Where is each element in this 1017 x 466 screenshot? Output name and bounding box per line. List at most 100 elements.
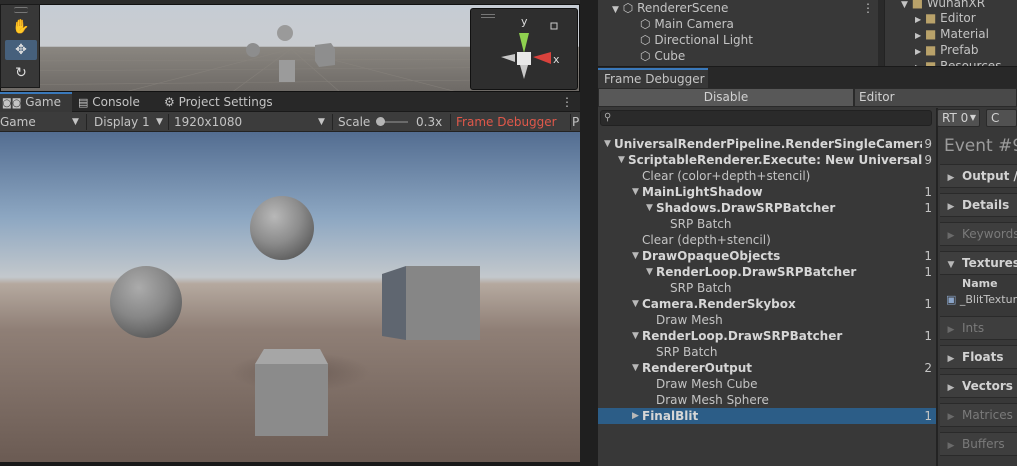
tab-frame-debugger[interactable]: Frame Debugger — [598, 68, 708, 88]
event-tree-row[interactable]: Clear (color+depth+stencil) — [598, 168, 936, 184]
gameobject-cube-icon: ⬡ — [640, 17, 651, 31]
details-section-label: Details — [962, 198, 1010, 212]
kebab-menu-icon[interactable]: ⋮ — [862, 0, 874, 16]
details-section-header[interactable]: ▼ Textures — [940, 251, 1017, 275]
hierarchy-item[interactable]: ⬡ Directional Light — [640, 32, 753, 48]
hierarchy-item[interactable]: ⬡ Main Camera — [640, 16, 734, 32]
scale-slider-thumb[interactable] — [376, 117, 385, 126]
details-section-header: ▶ Keywords — [940, 222, 1017, 246]
tab-console[interactable]: ▤ Console — [78, 92, 158, 112]
event-tree-row[interactable]: ▼ MainLightShadow 1 — [598, 184, 936, 200]
chevron-down-icon: ▼ — [156, 117, 163, 127]
hierarchy-item[interactable]: ⬡ Cube — [640, 48, 685, 64]
project-folder[interactable]: ▶ ■ Material — [915, 26, 989, 42]
event-tree-label: Clear (depth+stencil) — [642, 233, 771, 247]
truncated-toolbar-item[interactable]: P — [572, 112, 580, 132]
project-folder[interactable]: ▶ ■ Prefab — [915, 42, 978, 58]
editor-dropdown[interactable]: Editor — [854, 88, 1017, 107]
chevron-down-icon: ▼ — [72, 117, 79, 127]
chevron-down-icon[interactable]: ▼ — [632, 248, 639, 264]
hierarchy-scene-row[interactable]: ▼ ⬡ RendererScene — [612, 0, 728, 16]
event-tree-row[interactable]: ▼ RenderLoop.DrawSRPBatcher 1 — [598, 328, 936, 344]
event-tree-row[interactable]: ▼ Shadows.DrawSRPBatcher 1 — [598, 200, 936, 216]
event-tree-row[interactable]: ▼ ScriptableRenderer.Execute: New Univers… — [598, 152, 936, 168]
event-tree-row[interactable]: Draw Mesh Cube — [598, 376, 936, 392]
details-section-header: ▶ Ints — [940, 316, 1017, 340]
chevron-down-icon[interactable]: ▼ — [646, 200, 653, 216]
event-tree-label: FinalBlit — [642, 409, 699, 423]
event-count: 9 — [924, 137, 932, 151]
scale-slider[interactable] — [376, 112, 410, 132]
sphere-top — [250, 196, 314, 260]
event-tree-row[interactable]: SRP Batch — [598, 280, 936, 296]
chevron-down-icon[interactable]: ▼ — [618, 152, 625, 168]
resolution-dropdown[interactable]: 1920x1080 ▼ — [174, 112, 328, 132]
details-section-header: ▶ Buffers — [940, 432, 1017, 456]
chevron-down-icon[interactable]: ▼ — [632, 184, 639, 200]
folder-icon: ■ — [924, 27, 937, 41]
chevron-down-icon[interactable]: ▼ — [632, 360, 639, 376]
project-folder-label: Material — [940, 27, 989, 41]
tool-palette-grip[interactable] — [14, 7, 28, 13]
divider — [86, 114, 87, 130]
scene-cube-2 — [279, 60, 295, 82]
event-tree-row[interactable]: Clear (depth+stencil) — [598, 232, 936, 248]
orientation-gizmo[interactable]: y x — [470, 8, 578, 90]
event-tree-row[interactable]: ▶ FinalBlit 1 — [598, 408, 936, 424]
event-tree-row[interactable]: ▼ UniversalRenderPipeline.RenderSingleCam… — [598, 136, 936, 152]
folder-icon: ■ — [924, 11, 937, 25]
texture-row[interactable]: ▣ _BlitTexture — [946, 293, 1017, 306]
tab-project-settings[interactable]: ⚙ Project Settings — [164, 92, 324, 112]
project-folder-label: Editor — [940, 11, 976, 25]
move-tool-icon[interactable]: ✥ — [5, 40, 37, 60]
details-section-label: Textures — [962, 256, 1017, 270]
unity-scene-icon: ⬡ — [622, 1, 634, 15]
hand-tool-icon[interactable]: ✋ — [5, 17, 37, 37]
display-dropdown[interactable]: Display 1 ▼ — [94, 112, 168, 132]
frame-debugger-on-indicator[interactable]: Frame Debugger On — [456, 112, 570, 149]
event-tree-row[interactable]: ▼ RenderLoop.DrawSRPBatcher 1 — [598, 264, 936, 280]
details-section-header[interactable]: ▶ Output / Me — [940, 164, 1017, 188]
chevron-right-icon: ▶ — [947, 412, 955, 422]
kebab-menu-icon[interactable]: ⋮ — [561, 92, 573, 112]
resolution-value: 1920x1080 — [174, 115, 243, 129]
chevron-down-icon[interactable]: ▼ — [632, 328, 639, 344]
textures-name-header: Name — [962, 277, 998, 290]
tab-game-label: Game — [25, 95, 61, 109]
event-tree-row[interactable]: Draw Mesh Sphere — [598, 392, 936, 408]
hierarchy-item-label: Main Camera — [654, 17, 734, 31]
chevron-right-icon[interactable]: ▶ — [632, 408, 639, 424]
details-section-header[interactable]: ▶ Details — [940, 193, 1017, 217]
disable-button[interactable]: Disable — [598, 88, 854, 107]
details-section-header[interactable]: ▶ Vectors — [940, 374, 1017, 398]
divider — [332, 114, 333, 130]
event-tree-row[interactable]: ▼ RendererOutput 2 — [598, 360, 936, 376]
chevron-down-icon[interactable]: ▼ — [632, 296, 639, 312]
tab-game[interactable]: ◙◙ Game — [0, 92, 72, 112]
event-count: 1 — [924, 265, 932, 279]
event-tree-row[interactable]: ▼ DrawOpaqueObjects 1 — [598, 248, 936, 264]
details-section-header[interactable]: ▶ Floats — [940, 345, 1017, 369]
event-tree-row[interactable]: SRP Batch — [598, 344, 936, 360]
channel-dropdown[interactable]: C — [986, 109, 1017, 127]
gear-icon: ⚙ — [164, 95, 175, 109]
event-tree-row[interactable]: SRP Batch — [598, 216, 936, 232]
sphere-left — [110, 266, 182, 338]
scale-value: 0.3x — [416, 115, 443, 129]
chevron-down-icon[interactable]: ▼ — [604, 136, 611, 152]
scene-sphere-1 — [277, 25, 293, 41]
event-search-input[interactable]: ⚲ — [600, 110, 932, 126]
display-mode-dropdown[interactable]: Game ▼ — [0, 112, 84, 132]
event-count: 9 — [924, 153, 932, 167]
rotate-tool-icon[interactable]: ↻ — [5, 63, 37, 83]
cube-front-face — [255, 364, 328, 436]
game-view[interactable] — [0, 132, 580, 462]
chevron-right-icon: ▶ — [947, 231, 955, 241]
chevron-down-icon[interactable]: ▼ — [646, 264, 653, 280]
render-target-dropdown[interactable]: RT 0 ▼ — [937, 109, 980, 127]
event-tree-row[interactable]: ▼ Camera.RenderSkybox 1 — [598, 296, 936, 312]
panel-divider[interactable] — [580, 0, 598, 466]
project-folder[interactable]: ▶ ■ Editor — [915, 10, 976, 26]
chevron-right-icon: ▶ — [947, 202, 955, 212]
event-tree-row[interactable]: Draw Mesh — [598, 312, 936, 328]
